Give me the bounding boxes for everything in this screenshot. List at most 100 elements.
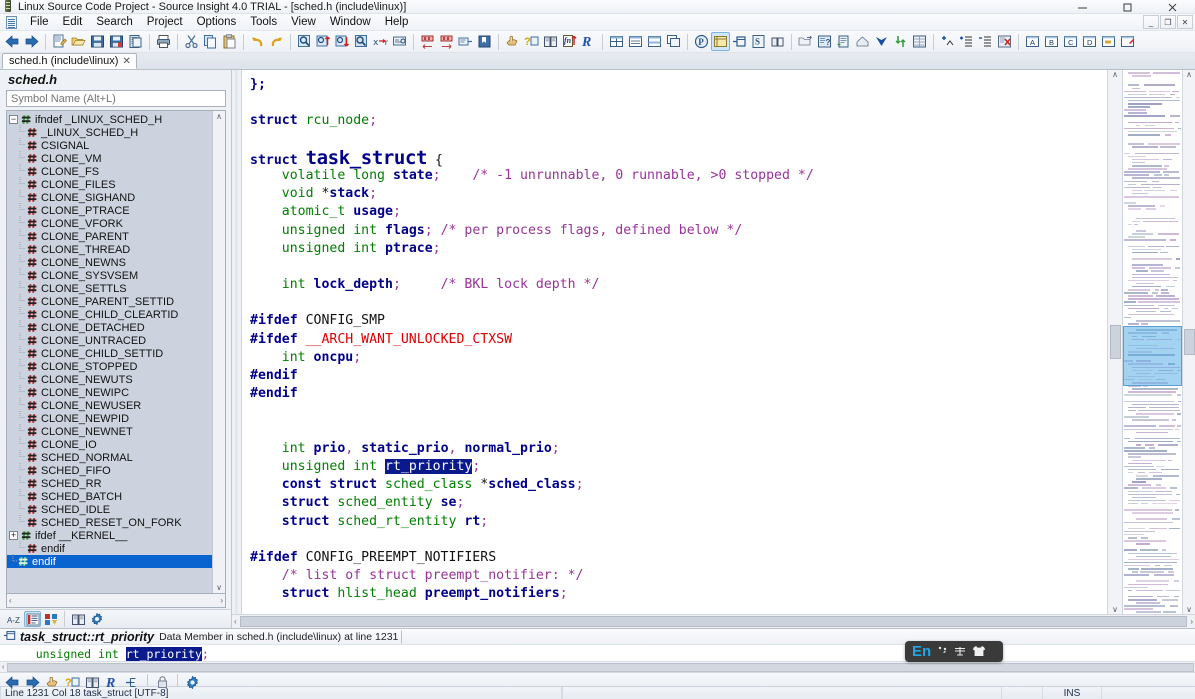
minimap-scroll-up-icon[interactable]: ∧ <box>1186 70 1192 79</box>
symbol-list-item[interactable]: SCHED_RR <box>7 475 212 490</box>
decrease-indent-icon[interactable] <box>976 32 995 51</box>
list-view-icon[interactable] <box>24 611 41 627</box>
symbol-list-item[interactable]: CLONE_THREAD <box>7 241 212 256</box>
scroll-down-icon[interactable]: ∨ <box>1112 605 1118 614</box>
symbol-list-item[interactable]: CLONE_FILES <box>7 176 212 191</box>
rebuild-project-icon[interactable] <box>872 32 891 51</box>
symbol-list-hscrollbar[interactable]: ‹ › <box>6 594 226 608</box>
search-files-icon[interactable] <box>352 32 371 51</box>
symbol-list-item[interactable]: CLONE_STOPPED <box>7 358 212 373</box>
scroll-down-icon[interactable]: ∨ <box>216 582 222 593</box>
paste-icon[interactable] <box>220 32 239 51</box>
bookmark-next-icon[interactable] <box>437 32 456 51</box>
hscroll-thumb[interactable] <box>239 616 1188 627</box>
symbol-list-item[interactable]: CLONE_DETACHED <box>7 319 212 334</box>
symbol-list-item[interactable]: endif <box>7 540 212 555</box>
context-hscroll-thumb[interactable] <box>7 662 1194 672</box>
bookmark-toggle-icon[interactable] <box>456 32 475 51</box>
mdi-minimize-button[interactable]: _ <box>1143 15 1159 29</box>
editor-hscrollbar[interactable]: ‹ › <box>232 614 1195 628</box>
menu-tools[interactable]: Tools <box>243 15 284 29</box>
menu-project[interactable]: Project <box>140 15 190 29</box>
symbol-list-item[interactable]: CLONE_PARENT_SETTID <box>7 293 212 308</box>
symbol-list-item[interactable]: SCHED_IDLE <box>7 501 212 516</box>
symbol-list-item[interactable]: SCHED_FIFO <box>7 462 212 477</box>
symbol-list-item[interactable]: _LINUX_SCHED_H <box>7 124 212 139</box>
context-hscroll-left-icon[interactable]: ‹ <box>0 664 6 671</box>
tree-expander-icon[interactable]: + <box>9 531 18 540</box>
context-window-icon[interactable] <box>730 32 749 51</box>
cascade-window-icon[interactable] <box>664 32 683 51</box>
new-file-icon[interactable] <box>50 32 69 51</box>
browse-symbol-icon[interactable] <box>503 32 522 51</box>
compare-files-icon[interactable] <box>891 32 910 51</box>
hscroll-right-icon[interactable]: › <box>1188 617 1195 626</box>
menu-search[interactable]: Search <box>89 15 139 29</box>
menu-help[interactable]: Help <box>378 15 416 29</box>
replace-files-icon[interactable] <box>390 32 409 51</box>
symbol-list-item[interactable]: CLONE_SETTLS <box>7 280 212 295</box>
browse-symbol-icon[interactable] <box>43 673 62 692</box>
symbol-window-icon[interactable] <box>711 32 730 51</box>
symbol-list-vscrollbar[interactable]: ∧ ∨ <box>212 111 225 593</box>
symbol-list-item[interactable]: CLONE_CHILD_CLEARTID <box>7 306 212 321</box>
symbol-list-item[interactable]: SCHED_BATCH <box>7 488 212 503</box>
forward-arrow-icon[interactable] <box>22 32 41 51</box>
symbol-list-item[interactable]: SCHED_NORMAL <box>7 449 212 464</box>
symbol-list-item[interactable]: CLONE_NEWPID <box>7 410 212 425</box>
bookmark-prev-icon[interactable] <box>418 32 437 51</box>
menu-window[interactable]: Window <box>323 15 378 29</box>
split-window-icon[interactable] <box>645 32 664 51</box>
mdi-close-button[interactable]: ✕ <box>1177 15 1193 29</box>
reference-book-icon[interactable] <box>541 32 560 51</box>
smart-rename-icon[interactable] <box>768 32 787 51</box>
symbol-list-item[interactable]: CLONE_NEWNS <box>7 254 212 269</box>
print-icon[interactable] <box>154 32 173 51</box>
search-down-icon[interactable] <box>333 32 352 51</box>
maximize-restore-button[interactable] <box>1105 0 1150 14</box>
copy-icon[interactable] <box>201 32 220 51</box>
window-c-icon[interactable]: C <box>1061 32 1080 51</box>
jump-to-definition-icon[interactable] <box>123 673 142 692</box>
symbol-list-item[interactable]: CLONE_NEWNET <box>7 423 212 438</box>
window-d-icon[interactable]: D <box>1080 32 1099 51</box>
hscroll-right-icon[interactable]: › <box>220 596 223 605</box>
reference-book-icon[interactable] <box>70 611 87 627</box>
minimap-vscrollbar[interactable]: ∧ ∨ <box>1182 70 1195 614</box>
project-window-icon[interactable]: P <box>692 32 711 51</box>
symbol-list-item[interactable]: SCHED_RESET_ON_FORK <box>7 514 212 529</box>
export-icon[interactable] <box>853 32 872 51</box>
hscroll-left-icon[interactable]: ‹ <box>9 596 12 605</box>
window-a-icon[interactable]: A <box>1023 32 1042 51</box>
minimap-scroll-thumb[interactable] <box>1183 329 1195 355</box>
code-editor[interactable]: }; struct rcu_node; struct task_struct {… <box>242 70 1107 614</box>
hscroll-left-icon[interactable]: ‹ <box>232 617 239 626</box>
minimap-viewport[interactable] <box>1123 325 1182 386</box>
symbol-list-item[interactable]: CLONE_CHILD_SETTID <box>7 345 212 360</box>
search-up-icon[interactable] <box>314 32 333 51</box>
gear-icon[interactable] <box>88 611 105 627</box>
file-diff-icon[interactable] <box>910 32 929 51</box>
scroll-up-icon[interactable]: ∧ <box>1112 70 1118 79</box>
add-file-icon[interactable] <box>834 32 853 51</box>
redo-icon[interactable] <box>267 32 286 51</box>
symbol-list-item[interactable]: CSIGNAL <box>7 137 212 152</box>
symbol-list-item[interactable]: CLONE_SIGHAND <box>7 189 212 204</box>
symbol-list-item[interactable]: CLONE_NEWUSER <box>7 397 212 412</box>
minimap-scroll-down-icon[interactable]: ∨ <box>1186 605 1192 614</box>
lock-icon[interactable] <box>153 673 172 692</box>
mdi-restore-button[interactable]: ❐ <box>1160 15 1176 29</box>
open-project-icon[interactable] <box>796 32 815 51</box>
tab-schedh[interactable]: sched.h (include\linux) ✕ <box>2 53 137 69</box>
ime-skin-icon[interactable] <box>972 645 986 659</box>
context-hscrollbar[interactable]: ‹ <box>0 661 1195 672</box>
symbol-list-item[interactable]: CLONE_PTRACE <box>7 202 212 217</box>
punctuation-toggle-icon[interactable] <box>937 645 948 658</box>
halfwidth-fullwidth-icon[interactable] <box>954 645 966 659</box>
save-icon[interactable] <box>88 32 107 51</box>
ime-language-label[interactable]: En <box>912 644 931 659</box>
menu-edit[interactable]: Edit <box>56 15 90 29</box>
menu-options[interactable]: Options <box>190 15 244 29</box>
menu-file[interactable]: File <box>23 15 56 29</box>
type-filter-icon[interactable] <box>42 611 59 627</box>
